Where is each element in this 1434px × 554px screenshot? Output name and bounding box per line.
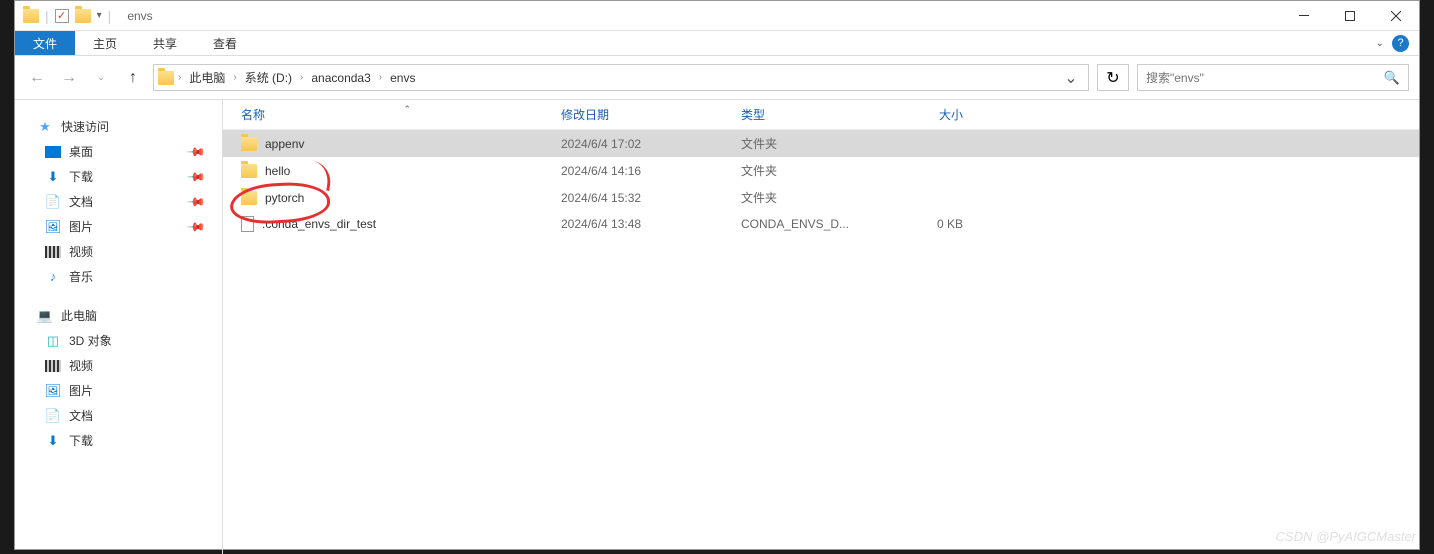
search-input[interactable]: [1146, 71, 1384, 85]
tab-home[interactable]: 主页: [75, 31, 135, 55]
sidebar-item-download[interactable]: ⬇下载📌: [15, 164, 222, 189]
address-dropdown[interactable]: ⌄: [1058, 65, 1084, 90]
breadcrumb-item[interactable]: anaconda3: [305, 69, 376, 87]
close-button[interactable]: [1373, 1, 1419, 31]
tab-file[interactable]: 文件: [15, 31, 75, 55]
sidebar-item-doc[interactable]: 📄文档📌: [15, 189, 222, 214]
back-button[interactable]: ←: [25, 66, 49, 90]
titlebar-icons: | ✓ ▾ | envs: [15, 8, 153, 24]
sidebar: ★ 快速访问 桌面📌⬇下载📌📄文档📌🖼图片📌视频♪音乐 💻 此电脑 ◫3D 对象…: [15, 100, 223, 554]
filelist: 名称⌃ 修改日期 类型 大小 appenv 2024/6/4 17:02 文件夹…: [223, 100, 1419, 554]
breadcrumb-item[interactable]: 系统 (D:): [239, 67, 298, 88]
pin-icon: 📌: [186, 216, 206, 236]
file-type: 文件夹: [741, 162, 893, 179]
checkbox-icon[interactable]: ✓: [55, 9, 69, 23]
pin-icon: 📌: [186, 141, 206, 161]
sort-asc-icon: ⌃: [403, 104, 411, 115]
breadcrumb: › 此电脑 › 系统 (D:) › anaconda3 › envs: [178, 67, 1058, 88]
chevron-right-icon: ›: [178, 72, 181, 83]
minimize-button[interactable]: [1281, 1, 1327, 31]
sidebar-item-video[interactable]: 视频: [15, 239, 222, 264]
searchbar[interactable]: 🔍: [1137, 64, 1409, 91]
file-row[interactable]: pytorch 2024/6/4 15:32 文件夹: [223, 184, 1419, 211]
sidebar-quick-access[interactable]: ★ 快速访问: [15, 114, 222, 139]
column-name[interactable]: 名称⌃: [241, 106, 561, 123]
folder-icon: [241, 191, 257, 205]
folder-icon: [158, 71, 174, 85]
column-type[interactable]: 类型: [741, 106, 893, 123]
titlebar: | ✓ ▾ | envs: [15, 1, 1419, 31]
column-headers: 名称⌃ 修改日期 类型 大小: [223, 100, 1419, 130]
sidebar-item-video[interactable]: 视频: [15, 353, 222, 378]
pin-icon: 📌: [186, 191, 206, 211]
file-date: 2024/6/4 17:02: [561, 137, 741, 151]
window-title: envs: [127, 9, 152, 23]
column-size[interactable]: 大小: [893, 106, 963, 123]
folder-icon[interactable]: [75, 9, 91, 23]
breadcrumb-item[interactable]: envs: [384, 69, 421, 87]
explorer-window: | ✓ ▾ | envs 文件 主页 共享 查看 ⌄ ? ← → ⌄ ↑: [14, 0, 1420, 550]
file-type: 文件夹: [741, 189, 893, 206]
file-date: 2024/6/4 13:48: [561, 217, 741, 231]
tab-share[interactable]: 共享: [135, 31, 195, 55]
pin-icon: 📌: [186, 166, 206, 186]
column-date[interactable]: 修改日期: [561, 106, 741, 123]
file-row[interactable]: appenv 2024/6/4 17:02 文件夹: [223, 130, 1419, 157]
breadcrumb-item[interactable]: 此电脑: [183, 67, 231, 88]
history-dropdown[interactable]: ⌄: [89, 66, 113, 90]
separator-icon: |: [45, 8, 49, 24]
chevron-right-icon: ›: [233, 72, 236, 83]
file-size: 0 KB: [893, 217, 963, 231]
app-icon[interactable]: [23, 9, 39, 23]
sidebar-item-pic[interactable]: 🖼图片📌: [15, 214, 222, 239]
refresh-button[interactable]: ↻: [1097, 64, 1129, 91]
chevron-right-icon: ›: [379, 72, 382, 83]
star-icon: ★: [37, 119, 53, 135]
file-name: pytorch: [265, 191, 304, 205]
tab-view[interactable]: 查看: [195, 31, 255, 55]
up-button[interactable]: ↑: [121, 66, 145, 90]
forward-button[interactable]: →: [57, 66, 81, 90]
file-row[interactable]: .conda_envs_dir_test 2024/6/4 13:48 COND…: [223, 211, 1419, 237]
file-type: 文件夹: [741, 135, 893, 152]
folder-icon: [241, 164, 257, 178]
sidebar-this-pc[interactable]: 💻 此电脑: [15, 303, 222, 328]
pc-icon: 💻: [37, 308, 53, 324]
file-date: 2024/6/4 14:16: [561, 164, 741, 178]
sidebar-item-music[interactable]: ♪音乐: [15, 264, 222, 289]
watermark: CSDN @PyAIGCMaster: [1276, 529, 1416, 544]
separator-icon: |: [108, 8, 112, 24]
sidebar-item-download[interactable]: ⬇下载: [15, 428, 222, 453]
chevron-down-icon[interactable]: ⌄: [1376, 38, 1384, 49]
sidebar-item-desktop[interactable]: 桌面📌: [15, 139, 222, 164]
file-name: .conda_envs_dir_test: [262, 217, 376, 231]
maximize-button[interactable]: [1327, 1, 1373, 31]
file-name: appenv: [265, 137, 304, 151]
folder-icon: [241, 137, 257, 151]
addressbar[interactable]: › 此电脑 › 系统 (D:) › anaconda3 › envs ⌄: [153, 64, 1089, 91]
file-type: CONDA_ENVS_D...: [741, 217, 893, 231]
ribbon: 文件 主页 共享 查看 ⌄ ?: [15, 31, 1419, 56]
dropdown-icon[interactable]: ▾: [97, 10, 102, 21]
sidebar-item-doc[interactable]: 📄文档: [15, 403, 222, 428]
window-controls: [1281, 1, 1419, 31]
sidebar-item-pic[interactable]: 🖼图片: [15, 378, 222, 403]
file-row[interactable]: hello 2024/6/4 14:16 文件夹: [223, 157, 1419, 184]
navbar: ← → ⌄ ↑ › 此电脑 › 系统 (D:) › anaconda3 › en…: [15, 56, 1419, 100]
file-icon: [241, 216, 254, 232]
file-name: hello: [265, 164, 290, 178]
help-icon[interactable]: ?: [1392, 35, 1409, 52]
file-date: 2024/6/4 15:32: [561, 191, 741, 205]
content: ★ 快速访问 桌面📌⬇下载📌📄文档📌🖼图片📌视频♪音乐 💻 此电脑 ◫3D 对象…: [15, 100, 1419, 554]
chevron-right-icon: ›: [300, 72, 303, 83]
search-icon[interactable]: 🔍: [1384, 70, 1400, 86]
sidebar-item-3d[interactable]: ◫3D 对象: [15, 328, 222, 353]
